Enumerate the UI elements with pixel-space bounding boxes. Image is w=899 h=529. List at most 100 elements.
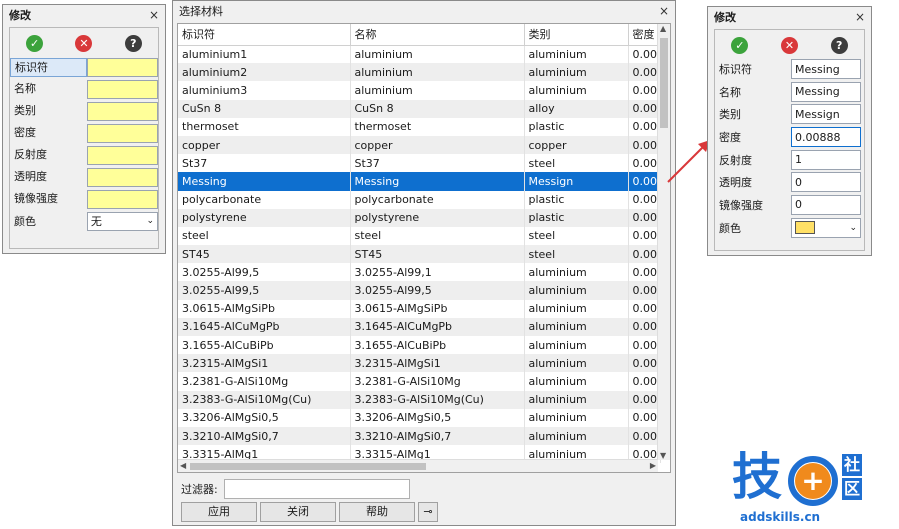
right-panel-close-icon[interactable]: × [855,10,865,24]
help-question-icon[interactable]: ? [124,34,142,52]
scroll-right-icon[interactable]: ▶ [650,461,656,470]
table-cell: 3.2315-AlMgSi1 [178,354,351,373]
left-field-input[interactable] [86,145,158,165]
table-row[interactable]: 3.1645-AlCuMgPb 3.1645-AlCuMgPb aluminium 0… [178,317,661,336]
column-header[interactable]: 密度 [628,24,661,46]
table-cell: 0.0027 [628,299,661,318]
left-panel-close-icon[interactable]: × [149,8,159,22]
table-row[interactable]: thermosetthermosetplastic0.0012 [178,117,661,136]
watermark-logo: 技 + 社 区 addskills.cn [732,448,892,528]
filter-bar: 过滤器: [181,479,410,499]
column-header[interactable]: 类别 [524,24,629,46]
help-question-icon[interactable]: ? [830,36,848,54]
table-row[interactable]: 3.1655-AlCuBiPb 3.1655-AlCuBiPb aluminium 0… [178,336,661,355]
table-row[interactable]: 3.3206-AlMgSi0,5 3.3206-AlMgSi0,5 aluminiu… [178,408,661,427]
table-row[interactable]: polystyrenepolystyreneplastic0.0013 [178,208,661,227]
table-cell: 0.0013 [628,208,661,227]
table-cell: aluminium [350,81,525,100]
table-cell: aluminium [524,299,629,318]
apply-button[interactable]: 应用 [181,502,257,522]
left-field-input[interactable] [86,101,158,121]
scroll-left-icon[interactable]: ◀ [180,461,186,470]
table-cell: Messign [524,172,629,191]
help-button[interactable]: 帮助 [339,502,415,522]
chevron-down-icon: ⌄ [146,216,154,226]
table-row[interactable]: St37St37steel0.0078 [178,154,661,173]
vertical-scrollbar[interactable]: ▲ ▼ [657,24,670,460]
confirm-check-icon[interactable]: ✓ [731,36,749,54]
table-row[interactable]: aluminium3aluminiumaluminium0.0027 [178,81,661,100]
table-row[interactable]: CuSn 8CuSn 8alloy0.0088 [178,99,661,118]
table-body: aluminium1aluminiumaluminium0.0027alumin… [178,45,661,464]
table-row[interactable]: 3.0615-AlMgSiPb 3.0615-AlMgSiPb aluminium 0… [178,299,661,318]
right-field-input[interactable]: 0.00888 [791,127,861,148]
right-color-dropdown[interactable]: ⌄ [791,217,861,238]
filter-input[interactable] [223,479,410,499]
select-material-dialog: 选择材料 × 标识符 名称 类别 密度 aluminium1 aluminium alum… [172,0,676,526]
right-field-input[interactable]: Messing [791,81,861,102]
right-panel-toolbar: ✓ ✕ ? [715,32,864,58]
table-cell: aluminium [524,63,629,82]
table-cell: thermoset [178,117,351,136]
left-color-dropdown[interactable]: 无 ⌄ [86,211,158,231]
left-field-input[interactable] [86,167,158,187]
table-cell: 3.2315-AlMgSi1 [350,354,525,373]
table-cell: 3.0615-AlMgSiPb [350,299,525,318]
table-cell: plastic [524,190,629,209]
table-row[interactable]: 3.2383-G-AlSi10Mg(Cu) 3.2383-G-AlSi10Mg(C… [178,390,661,409]
confirm-check-icon[interactable]: ✓ [26,34,44,52]
horizontal-scroll-thumb[interactable] [190,463,426,470]
right-field-input[interactable]: 1 [791,149,861,170]
table-row[interactable]: 3.0255-Al99,53.0255-Al99,1aluminium0.002… [178,263,661,282]
left-field-input[interactable] [86,189,158,209]
table-row[interactable]: 3.2381-G-AlSi10Mg 3.2381-G-AlSi10Mg alumin… [178,372,661,391]
table-row[interactable]: polycarbonatepolycarbonateplastic0.0012 [178,190,661,209]
table-row[interactable]: steelsteelsteel0.0078 [178,226,661,246]
table-cell: aluminium [524,81,629,100]
scroll-up-icon[interactable]: ▲ [660,24,666,33]
table-cell: steel [524,226,629,246]
left-field-input[interactable] [86,79,158,99]
close-button[interactable]: 关闭 [260,502,336,522]
main-close-icon[interactable]: × [659,4,669,18]
table-cell: 3.0255-Al99,5 [178,281,351,300]
left-modify-panel: 修改 × ✓ ✕ ? 标识符 名称 类别 密度 反射度 透明度 镜像强度 颜色 无 ⌄ [2,4,166,254]
right-field-label: 密度 [719,131,741,145]
right-field-row: 反射度 1 [715,148,864,171]
right-panel-titlebar: 修改 × [708,7,871,27]
table-cell: 3.1645-AlCuMgPb [178,317,351,336]
table-row[interactable]: ST45ST45steel0.0085 [178,245,661,264]
left-field-label: 类别 [14,103,36,117]
horizontal-scrollbar[interactable]: ◀ ▶ [178,459,658,472]
table-row[interactable]: aluminium2aluminiumaluminium0.003 [178,63,661,82]
table-row[interactable]: coppercoppercopper0.0088 [178,135,661,155]
cancel-x-icon[interactable]: ✕ [75,34,93,52]
left-field-input[interactable] [86,57,158,77]
left-field-row: 镜像强度 [10,188,158,210]
right-field-label: 镜像强度 [719,198,763,212]
table-row[interactable]: MessingMessingMessign0.0084 [178,172,661,191]
pin-icon[interactable]: ⊸ [418,502,438,522]
right-field-input[interactable]: Messing [791,59,861,80]
right-field-input[interactable]: 0 [791,194,861,215]
table-row[interactable]: 3.3210-AlMgSi0,7 3.3210-AlMgSi0,7 aluminiu… [178,426,661,446]
right-field-input[interactable]: 0 [791,172,861,193]
table-row[interactable]: 3.0255-Al99,53.0255-Al99,5aluminium0.002… [178,281,661,300]
watermark-small-top: 社 [842,454,863,476]
table-header-row: 标识符 名称 类别 密度 [178,24,661,46]
column-header[interactable]: 名称 [350,24,525,46]
column-header[interactable]: 标识符 [178,24,351,46]
cancel-x-icon[interactable]: ✕ [780,36,798,54]
table-cell: 0.0085 [628,245,661,264]
table-cell: copper [178,135,351,155]
table-cell: 3.2381-G-AlSi10Mg [350,372,525,391]
table-row[interactable]: aluminium1aluminiumaluminium0.0027 [178,45,661,64]
table-cell: aluminium2 [178,63,351,82]
scroll-down-icon[interactable]: ▼ [660,451,666,460]
left-field-input[interactable] [86,123,158,143]
left-field-row: 透明度 [10,166,158,188]
right-field-input[interactable]: Messign [791,104,861,125]
table-row[interactable]: 3.2315-AlMgSi1 3.2315-AlMgSi1 aluminium 0.0… [178,354,661,373]
vertical-scroll-thumb[interactable] [660,38,668,128]
table-cell: 3.2383-G-AlSi10Mg(Cu) [178,390,351,409]
